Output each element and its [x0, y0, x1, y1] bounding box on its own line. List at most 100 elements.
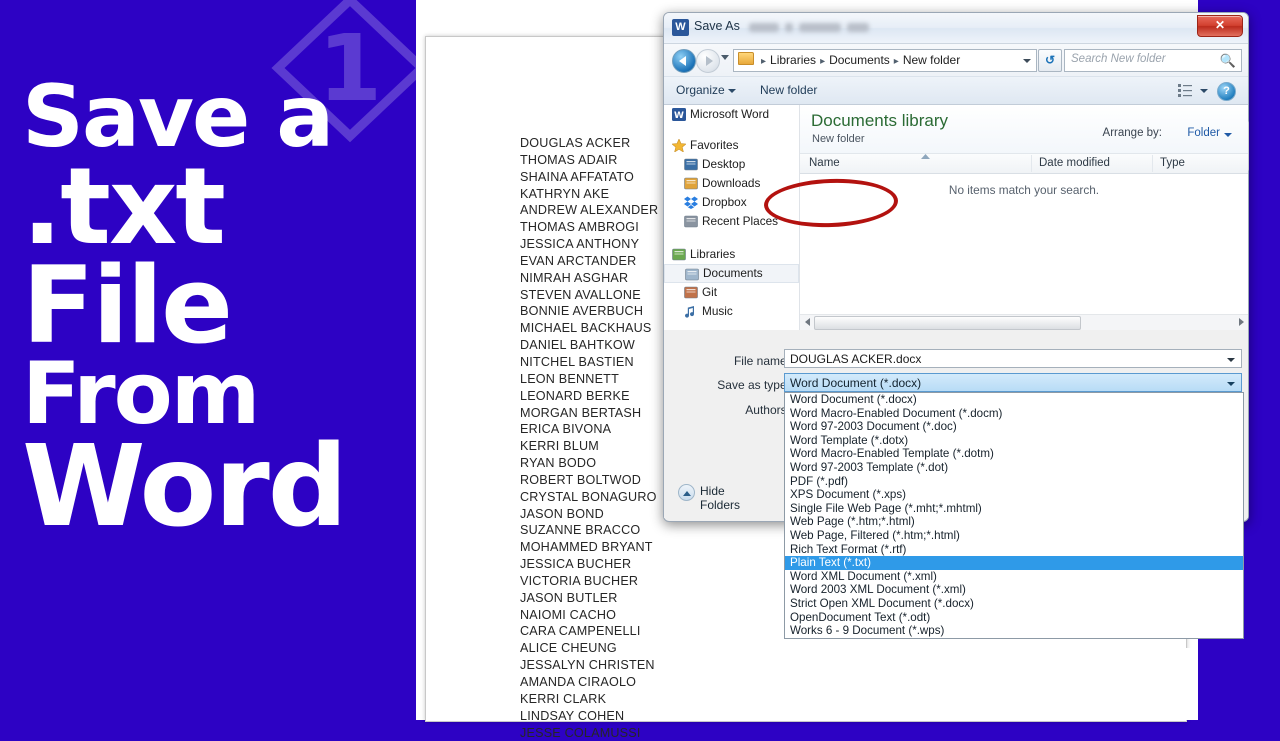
backdrop-strip [1155, 648, 1200, 720]
scroll-left-icon[interactable] [800, 315, 813, 330]
navigation-pane: W Microsoft Word Favorites Desktop Downloads… [664, 105, 800, 330]
save-as-dialog: W Save As ✕ ▸ Libraries ▸ Documents ▸ New fol… [663, 12, 1249, 639]
nav-item-git[interactable]: Git [664, 283, 799, 302]
nav-item-label: Microsoft Word [690, 107, 770, 121]
horizontal-scroll-thumb[interactable] [814, 316, 1081, 330]
dropdown-option[interactable]: Web Page, Filtered (*.htm;*.html) [785, 529, 1243, 543]
document-name-line: SUZANNE BRACCO [520, 523, 641, 538]
breadcrumb[interactable]: ▸ Libraries ▸ Documents ▸ New folder [733, 49, 1019, 72]
nav-item-recent-places[interactable]: Recent Places [664, 212, 799, 231]
breadcrumb-new-folder[interactable]: New folder [902, 53, 961, 67]
breadcrumb-libraries[interactable]: Libraries [769, 53, 817, 67]
dropdown-option[interactable]: OpenDocument Text (*.odt) [785, 611, 1243, 625]
arrange-by-label: Arrange by: [1102, 127, 1162, 139]
sort-ascending-icon [921, 154, 930, 159]
word-app-icon: W [672, 108, 686, 121]
search-input[interactable]: Search New folder 🔍 [1064, 49, 1242, 72]
chevron-down-icon[interactable] [1200, 89, 1208, 93]
search-placeholder: Search New folder [1071, 53, 1166, 65]
close-button[interactable]: ✕ [1197, 15, 1243, 37]
nav-item-documents[interactable]: Documents [664, 264, 799, 283]
empty-list-message: No items match your search. [948, 183, 1100, 197]
nav-item-label: Dropbox [702, 195, 747, 209]
nav-item-dropbox[interactable]: Dropbox [664, 193, 799, 212]
promo-line-2: .txt [22, 144, 226, 268]
promo-panel: 1 ® Save a .txt File From Word [0, 0, 416, 720]
nav-item-desktop[interactable]: Desktop [664, 155, 799, 174]
file-name-value: DOUGLAS ACKER.docx [790, 352, 922, 366]
save-as-type-value: Word Document (*.docx) [790, 376, 922, 390]
forward-arrow-icon[interactable] [696, 49, 720, 73]
dropdown-option[interactable]: Single File Web Page (*.mht;*.mhtml) [785, 502, 1243, 516]
refresh-icon[interactable]: ↺ [1038, 49, 1062, 72]
organize-button[interactable]: Organize [676, 83, 725, 97]
dropbox-icon [684, 196, 698, 209]
save-as-type-combobox[interactable]: Word Document (*.docx) [784, 373, 1242, 392]
dialog-title-bar: W Save As ✕ [664, 13, 1248, 44]
dropdown-option[interactable]: Web Page (*.htm;*.html) [785, 515, 1243, 529]
chevron-down-icon[interactable] [1227, 382, 1235, 386]
nav-item-downloads[interactable]: Downloads [664, 174, 799, 193]
arrange-by-value[interactable]: Folder [1187, 127, 1220, 139]
nav-item-label: Music [702, 304, 733, 318]
dropdown-option[interactable]: Plain Text (*.txt) [785, 556, 1243, 570]
nav-item-label: Documents [703, 266, 763, 280]
dropdown-option[interactable]: PDF (*.pdf) [785, 475, 1243, 489]
column-header-type[interactable]: Type [1160, 157, 1185, 169]
breadcrumb-chevron-down-icon[interactable] [1018, 49, 1037, 72]
nav-item-label: Favorites [690, 138, 739, 152]
view-options-icon[interactable] [1178, 83, 1192, 97]
document-name-line: ALICE CHEUNG [520, 641, 617, 656]
dropdown-option[interactable]: Word 97-2003 Document (*.doc) [785, 420, 1243, 434]
nav-item-label: Recent Places [702, 214, 779, 228]
dropdown-option[interactable]: Strict Open XML Document (*.docx) [785, 597, 1243, 611]
column-header-date-modified[interactable]: Date modified [1039, 157, 1110, 169]
dropdown-option[interactable]: Works 6 - 9 Document (*.wps) [785, 624, 1243, 638]
column-header-name[interactable]: Name [809, 157, 840, 169]
chevron-down-icon[interactable] [1227, 358, 1235, 362]
file-list-pane: Documents library New folder Arrange by:… [800, 105, 1248, 330]
dropdown-option[interactable]: Word Document (*.docx) [785, 393, 1243, 407]
nav-item-label: Libraries [690, 247, 736, 261]
document-name-line: JESSALYN CHRISTEN [520, 658, 655, 673]
dropdown-option[interactable]: Word 2003 XML Document (*.xml) [785, 583, 1243, 597]
chevron-down-icon[interactable] [728, 89, 736, 93]
dropdown-option[interactable]: Word Macro-Enabled Document (*.docm) [785, 407, 1243, 421]
save-as-type-dropdown-list[interactable]: Word Document (*.docx) Word Macro-Enabled… [784, 392, 1244, 639]
history-chevron-down-icon[interactable] [721, 55, 729, 60]
nav-item-libraries[interactable]: Libraries [664, 245, 799, 264]
file-name-input[interactable]: DOUGLAS ACKER.docx [784, 349, 1242, 368]
breadcrumb-documents[interactable]: Documents [828, 53, 891, 67]
new-folder-button[interactable]: New folder [760, 83, 817, 97]
help-icon[interactable]: ? [1217, 82, 1236, 101]
back-arrow-icon[interactable] [672, 49, 696, 73]
music-library-icon [684, 305, 698, 318]
dropdown-option[interactable]: XPS Document (*.xps) [785, 488, 1243, 502]
nav-item-music[interactable]: Music [664, 302, 799, 321]
scroll-right-icon[interactable] [1235, 315, 1248, 330]
chevron-down-icon[interactable] [1224, 133, 1232, 137]
file-list-horizontal-scrollbar[interactable] [800, 314, 1248, 330]
star-icon [671, 138, 687, 153]
nav-item-microsoft-word[interactable]: W Microsoft Word [664, 105, 799, 124]
documents-library-icon [685, 268, 699, 281]
address-bar: ▸ Libraries ▸ Documents ▸ New folder ↺ Search… [664, 44, 1248, 76]
explorer-body: W Microsoft Word Favorites Desktop Downloads… [664, 105, 1249, 330]
column-divider[interactable] [1031, 155, 1032, 172]
nav-item-label: Git [702, 285, 718, 299]
dropdown-option[interactable]: Word 97-2003 Template (*.dot) [785, 461, 1243, 475]
nav-item-favorites[interactable]: Favorites [664, 136, 799, 155]
recent-places-icon [684, 215, 698, 228]
document-name-line: KERRI CLARK [520, 691, 607, 706]
desktop-icon [684, 158, 698, 171]
dropdown-option[interactable]: Word Macro-Enabled Template (*.dotm) [785, 447, 1243, 461]
column-divider[interactable] [1152, 155, 1153, 172]
library-subtitle: New folder [812, 133, 865, 145]
explorer-toolbar: Organize New folder ? [664, 76, 1248, 105]
dropdown-option[interactable]: Word XML Document (*.xml) [785, 570, 1243, 584]
dropdown-option[interactable]: Rich Text Format (*.rtf) [785, 543, 1243, 557]
word-app-icon: W [672, 19, 689, 36]
document-name-line: JESSICA BUCHER [520, 557, 632, 572]
chevron-up-icon [678, 484, 695, 501]
dropdown-option[interactable]: Word Template (*.dotx) [785, 434, 1243, 448]
